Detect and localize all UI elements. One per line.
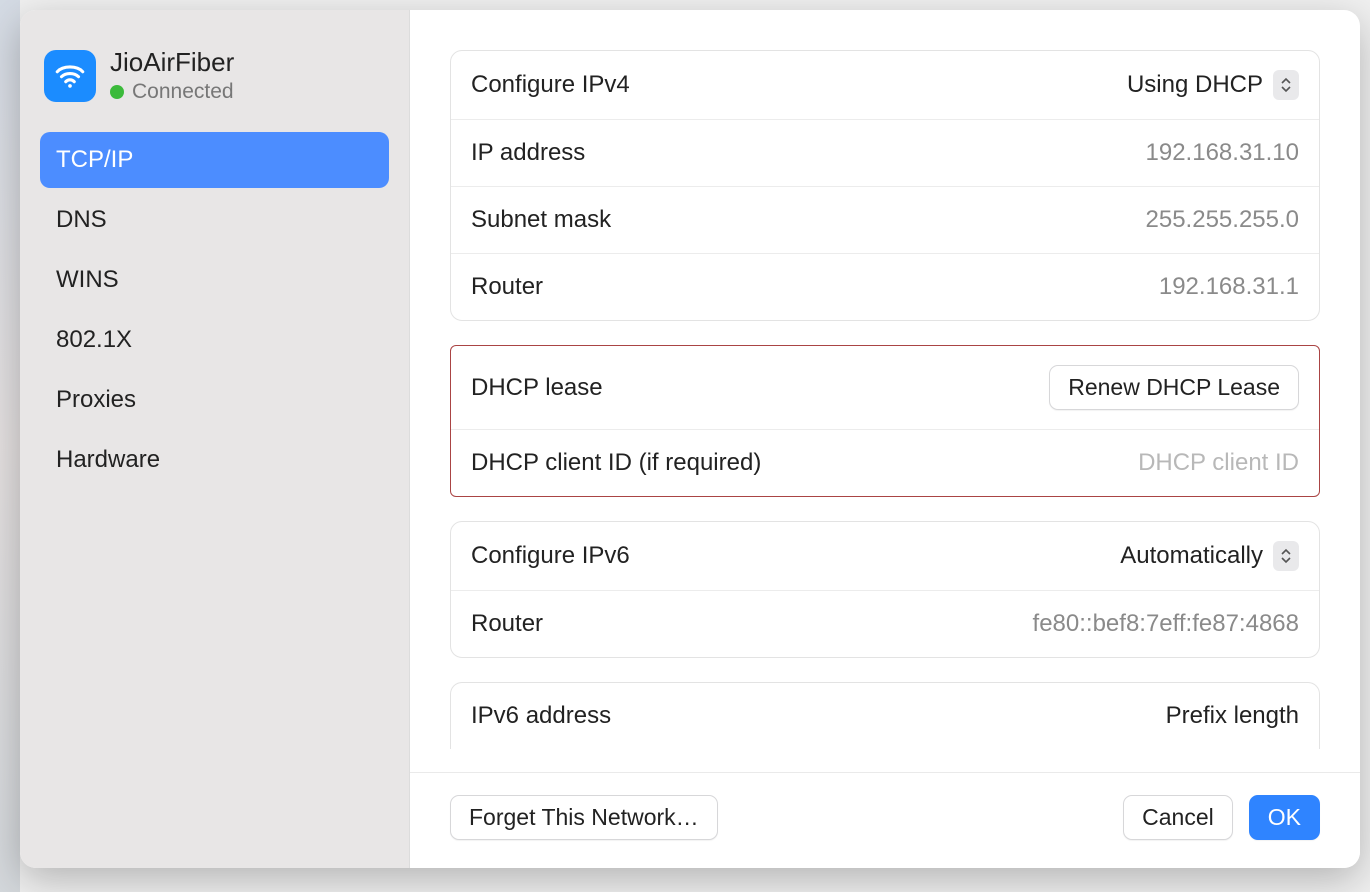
ok-button[interactable]: OK [1249,795,1320,840]
ipv4-router-value: 192.168.31.1 [1159,273,1299,301]
scroll-area[interactable]: Configure IPv4 Using DHCP IP address 192… [410,10,1360,772]
ipv6-router-value: fe80::bef8:7eff:fe87:4868 [1033,610,1299,638]
ipv6-router-label: Router [471,610,543,638]
cancel-button[interactable]: Cancel [1123,795,1233,840]
subnet-mask-label: Subnet mask [471,206,611,234]
dhcp-client-id-label: DHCP client ID (if required) [471,449,761,477]
ipv6-addresses-header: IPv6 address Prefix length [451,683,1319,749]
dhcp-lease-row: DHCP lease Renew DHCP Lease [451,346,1319,429]
ipv4-router-label: Router [471,273,543,301]
sidebar-item-wins[interactable]: WINS [40,252,389,308]
footer: Forget This Network… Cancel OK [410,772,1360,868]
ip-address-value: 192.168.31.10 [1146,139,1299,167]
network-status: Connected [110,80,234,104]
configure-ipv6-value: Automatically [1120,542,1263,570]
configure-ipv6-row[interactable]: Configure IPv6 Automatically [451,522,1319,590]
dock-strip [0,0,20,892]
configure-ipv4-value: Using DHCP [1127,71,1263,99]
configure-ipv4-select[interactable]: Using DHCP [1127,70,1299,100]
network-settings-window: JioAirFiber Connected TCP/IP DNS WINS 80… [20,10,1360,868]
status-dot-icon [110,85,124,99]
configure-ipv6-label: Configure IPv6 [471,542,630,570]
sidebar: JioAirFiber Connected TCP/IP DNS WINS 80… [20,10,410,868]
sidebar-item-dns[interactable]: DNS [40,192,389,248]
network-status-text: Connected [132,80,234,104]
network-name: JioAirFiber [110,48,234,78]
dhcp-client-id-placeholder[interactable]: DHCP client ID [1138,449,1299,477]
sidebar-list: TCP/IP DNS WINS 802.1X Proxies Hardware [40,132,389,488]
ipv4-router-row: Router 192.168.31.1 [451,253,1319,320]
configure-ipv4-row[interactable]: Configure IPv4 Using DHCP [451,51,1319,119]
ipv4-group: Configure IPv4 Using DHCP IP address 192… [450,50,1320,321]
ipv6-address-column-label: IPv6 address [471,702,611,730]
sidebar-item-tcpip[interactable]: TCP/IP [40,132,389,188]
updown-icon [1273,70,1299,100]
forget-network-button[interactable]: Forget This Network… [450,795,718,840]
sidebar-item-hardware[interactable]: Hardware [40,432,389,488]
configure-ipv4-label: Configure IPv4 [471,71,630,99]
content-pane: Configure IPv4 Using DHCP IP address 192… [410,10,1360,868]
dhcp-lease-label: DHCP lease [471,374,603,402]
updown-icon [1273,541,1299,571]
configure-ipv6-select[interactable]: Automatically [1120,541,1299,571]
subnet-mask-row: Subnet mask 255.255.255.0 [451,186,1319,253]
sidebar-item-proxies[interactable]: Proxies [40,372,389,428]
wifi-icon [44,50,96,102]
ip-address-row: IP address 192.168.31.10 [451,119,1319,186]
sidebar-item-8021x[interactable]: 802.1X [40,312,389,368]
dhcp-group: DHCP lease Renew DHCP Lease DHCP client … [450,345,1320,497]
ipv6-prefix-column-label: Prefix length [1166,702,1299,730]
network-header: JioAirFiber Connected [40,44,389,122]
dhcp-client-id-row[interactable]: DHCP client ID (if required) DHCP client… [451,429,1319,496]
ipv6-addresses-group: IPv6 address Prefix length [450,682,1320,749]
ipv6-group: Configure IPv6 Automatically Router fe80… [450,521,1320,658]
ip-address-label: IP address [471,139,585,167]
subnet-mask-value: 255.255.255.0 [1146,206,1299,234]
renew-dhcp-lease-button[interactable]: Renew DHCP Lease [1049,365,1299,410]
ipv6-router-row: Router fe80::bef8:7eff:fe87:4868 [451,590,1319,657]
